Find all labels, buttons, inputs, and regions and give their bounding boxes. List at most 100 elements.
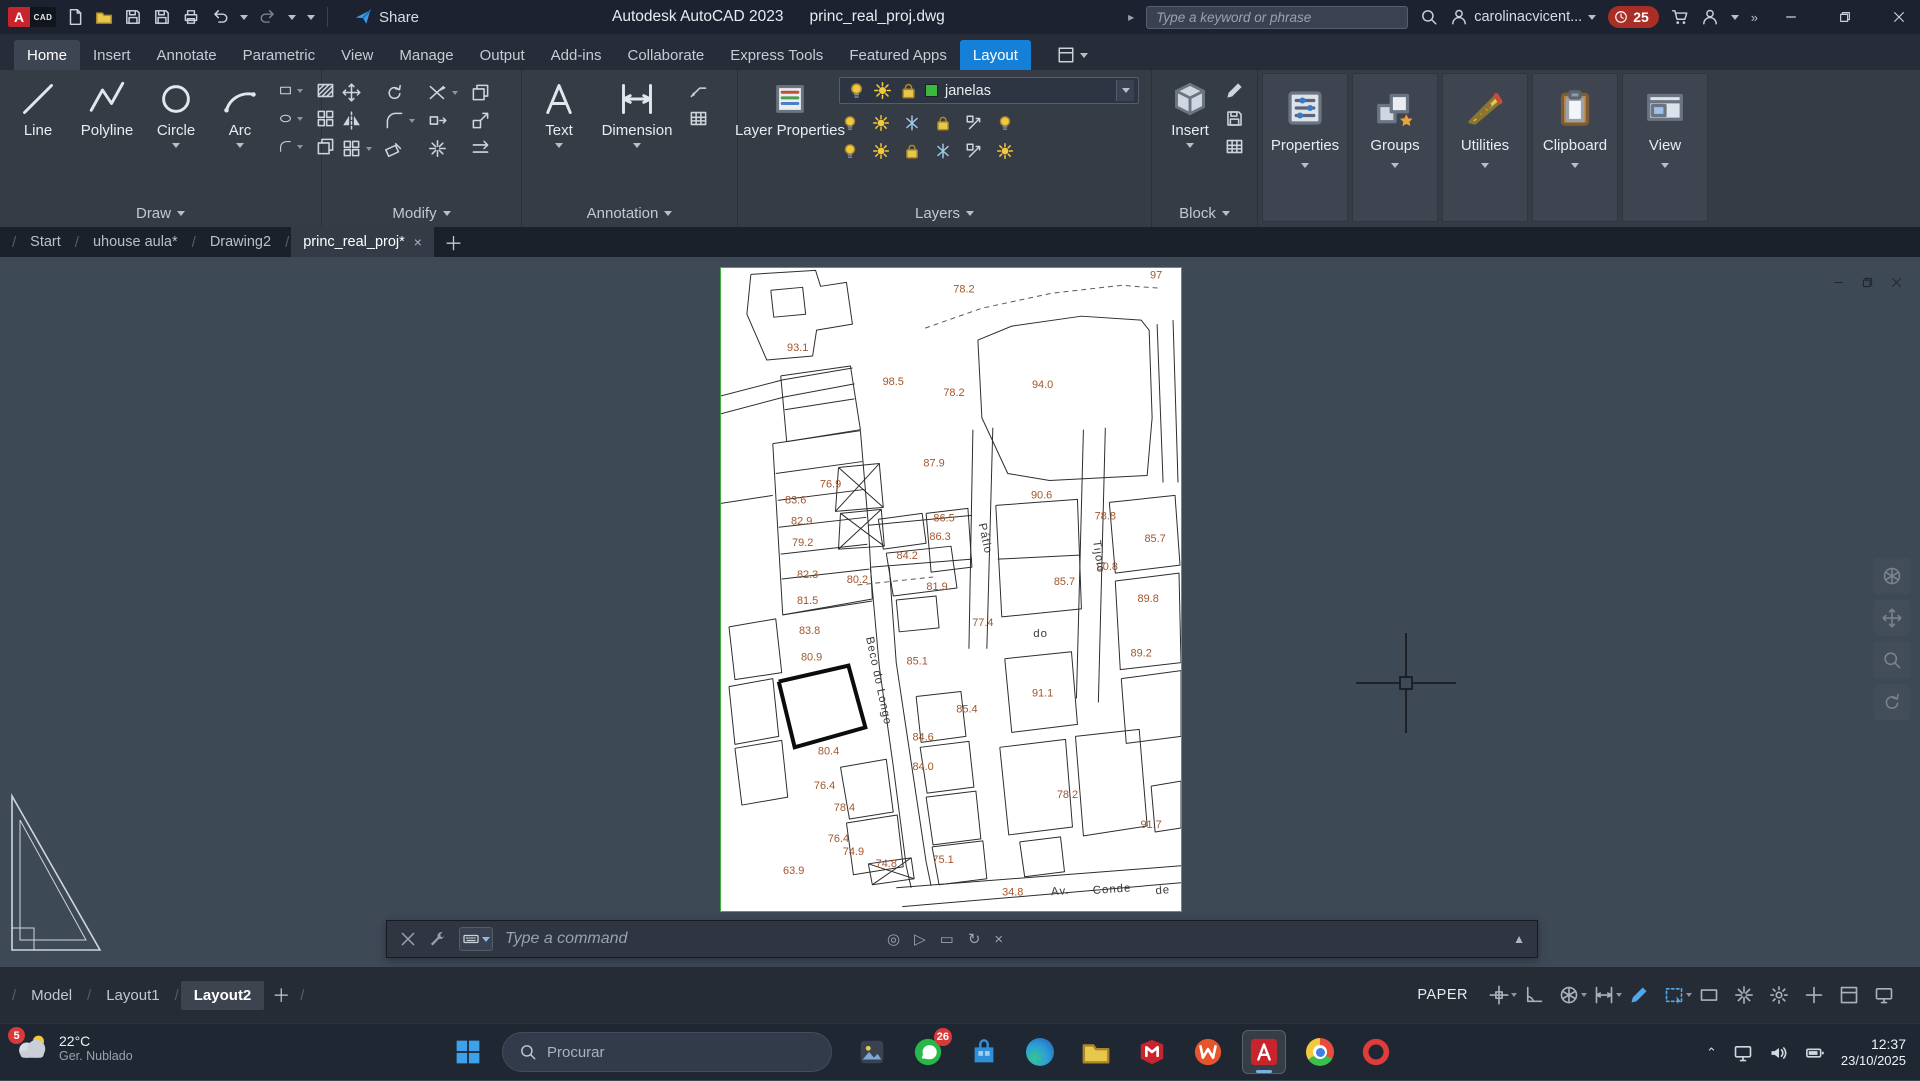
panel-tile-utilities[interactable]: Utilities: [1442, 73, 1528, 222]
parcel-line[interactable]: [926, 791, 981, 845]
command-customize-icon[interactable]: [429, 930, 447, 948]
text-button[interactable]: Text: [531, 77, 587, 200]
block-attributes[interactable]: [1225, 137, 1247, 156]
ribbon-tab-express-tools[interactable]: Express Tools: [717, 40, 836, 70]
parcel-line[interactable]: [1075, 729, 1147, 836]
ellipse-tool[interactable]: [279, 109, 303, 128]
new-file-icon[interactable]: [66, 8, 84, 26]
ribbon-tab-view[interactable]: View: [328, 40, 386, 70]
ribbon-tab-layout[interactable]: Layout: [960, 40, 1031, 70]
make-current[interactable]: [996, 114, 1014, 132]
macro-close-icon[interactable]: ×: [994, 931, 1003, 948]
layout-tab-layout1[interactable]: Layout1: [93, 981, 172, 1010]
workspace-switching[interactable]: [1769, 985, 1789, 1005]
volume-icon[interactable]: [1769, 1043, 1789, 1063]
undo-dropdown-caret[interactable]: [240, 15, 248, 20]
viewport-close-icon[interactable]: [1890, 276, 1903, 289]
taskbar-app-explorer[interactable]: [1074, 1030, 1118, 1074]
stretch-tool[interactable]: [428, 111, 458, 130]
keyword-search-input[interactable]: [1146, 6, 1408, 29]
circle-caret[interactable]: [172, 143, 180, 148]
clean-screen[interactable]: [1839, 985, 1859, 1005]
weather-widget[interactable]: 5 22°C Ger. Nublado: [12, 1031, 133, 1065]
annotation-scale[interactable]: [1594, 985, 1614, 1005]
layer-unlock[interactable]: [903, 142, 921, 160]
parcel-line[interactable]: [889, 567, 931, 886]
parcel-line[interactable]: [878, 513, 926, 549]
move-tool[interactable]: [342, 83, 372, 102]
layer-lock[interactable]: [934, 114, 952, 132]
panel-tile-properties[interactable]: Properties: [1262, 73, 1348, 222]
snap-mode-caret[interactable]: [1511, 993, 1517, 997]
taskbar-app-chrome[interactable]: [1298, 1030, 1342, 1074]
array-tool-caret[interactable]: [366, 147, 372, 151]
macro-stop-icon[interactable]: ▭: [940, 930, 954, 948]
leader-tool[interactable]: [689, 81, 713, 100]
revision-cloud-tool[interactable]: [279, 137, 303, 156]
search-scope-caret[interactable]: ▸: [1128, 10, 1134, 24]
trial-days-badge[interactable]: 25: [1608, 6, 1659, 28]
account-menu[interactable]: carolinacvicent...: [1450, 8, 1596, 26]
dimension-caret[interactable]: [633, 143, 641, 148]
command-close-icon[interactable]: [399, 930, 417, 948]
layer-freeze[interactable]: [903, 114, 921, 132]
revision-cloud-tool-caret[interactable]: [297, 145, 303, 149]
write-block[interactable]: [1225, 109, 1247, 128]
redo-dropdown-caret[interactable]: [288, 15, 296, 20]
orbit-icon[interactable]: [1874, 684, 1910, 720]
view-panel-caret[interactable]: [1661, 163, 1669, 168]
scale-tool[interactable]: [471, 111, 501, 130]
window-close-button[interactable]: [1878, 0, 1920, 34]
clipboard-panel-caret[interactable]: [1571, 163, 1579, 168]
share-button[interactable]: Share: [354, 8, 419, 26]
parcel-line[interactable]: [771, 287, 806, 317]
parcel-line[interactable]: [870, 567, 911, 888]
display-performance[interactable]: [1874, 985, 1894, 1005]
network-icon[interactable]: [1733, 1043, 1753, 1063]
layer-match[interactable]: [965, 114, 983, 132]
parcel-line[interactable]: [896, 866, 1181, 888]
polyline-button[interactable]: Polyline: [73, 77, 141, 200]
window-minimize-button[interactable]: [1770, 0, 1812, 34]
qat-customize-caret[interactable]: [307, 15, 315, 20]
redo-icon[interactable]: [259, 8, 277, 26]
layer-merge[interactable]: [996, 142, 1014, 160]
mirror-tool[interactable]: [342, 111, 372, 130]
taskbar-app-mcafee[interactable]: [1130, 1030, 1174, 1074]
fillet-tool-caret[interactable]: [409, 119, 415, 123]
file-tab-close-icon[interactable]: ×: [414, 234, 422, 250]
explode-tool[interactable]: [428, 139, 458, 158]
layout-tab-model[interactable]: Model: [18, 981, 85, 1010]
layer-dropdown-caret[interactable]: [1116, 80, 1134, 101]
ellipse-tool-caret[interactable]: [297, 117, 303, 121]
offset-tool[interactable]: [471, 139, 501, 158]
ribbon-tab-collaborate[interactable]: Collaborate: [614, 40, 717, 70]
ribbon-tab-insert[interactable]: Insert: [80, 40, 144, 70]
ribbon-display-options[interactable]: [1057, 40, 1088, 70]
taskbar-app-wps[interactable]: [1186, 1030, 1230, 1074]
toolbar-overflow-chevrons[interactable]: »: [1751, 10, 1758, 25]
parcel-line[interactable]: [776, 462, 863, 474]
ribbon-tab-home[interactable]: Home: [14, 40, 80, 70]
selection-cycling[interactable]: [1664, 985, 1684, 1005]
taskbar-app-edge[interactable]: [1018, 1030, 1062, 1074]
macro-play-icon[interactable]: ▷: [914, 930, 926, 948]
parcel-line[interactable]: [1121, 671, 1181, 744]
parcel-line[interactable]: [871, 559, 972, 567]
table-tool[interactable]: [689, 109, 713, 128]
open-file-icon[interactable]: [95, 8, 113, 26]
ribbon-tab-add-ins[interactable]: Add-ins: [538, 40, 615, 70]
command-line[interactable]: ◎ ▷ ▭ ↻ × ▲: [386, 920, 1538, 958]
layer-properties-button[interactable]: Layer Properties: [747, 77, 833, 200]
parcel-line[interactable]: [1173, 320, 1178, 482]
parcel-line[interactable]: [838, 509, 881, 549]
panel-tile-groups[interactable]: Groups: [1352, 73, 1438, 222]
cart-icon[interactable]: [1671, 8, 1689, 26]
layer-thaw[interactable]: [872, 142, 890, 160]
ortho-mode[interactable]: [1524, 985, 1544, 1005]
plot-icon[interactable]: [182, 8, 200, 26]
block-edit[interactable]: [1225, 81, 1247, 100]
parcel-line[interactable]: [721, 495, 773, 503]
battery-icon[interactable]: [1805, 1043, 1825, 1063]
panel-tile-clipboard[interactable]: Clipboard: [1532, 73, 1618, 222]
